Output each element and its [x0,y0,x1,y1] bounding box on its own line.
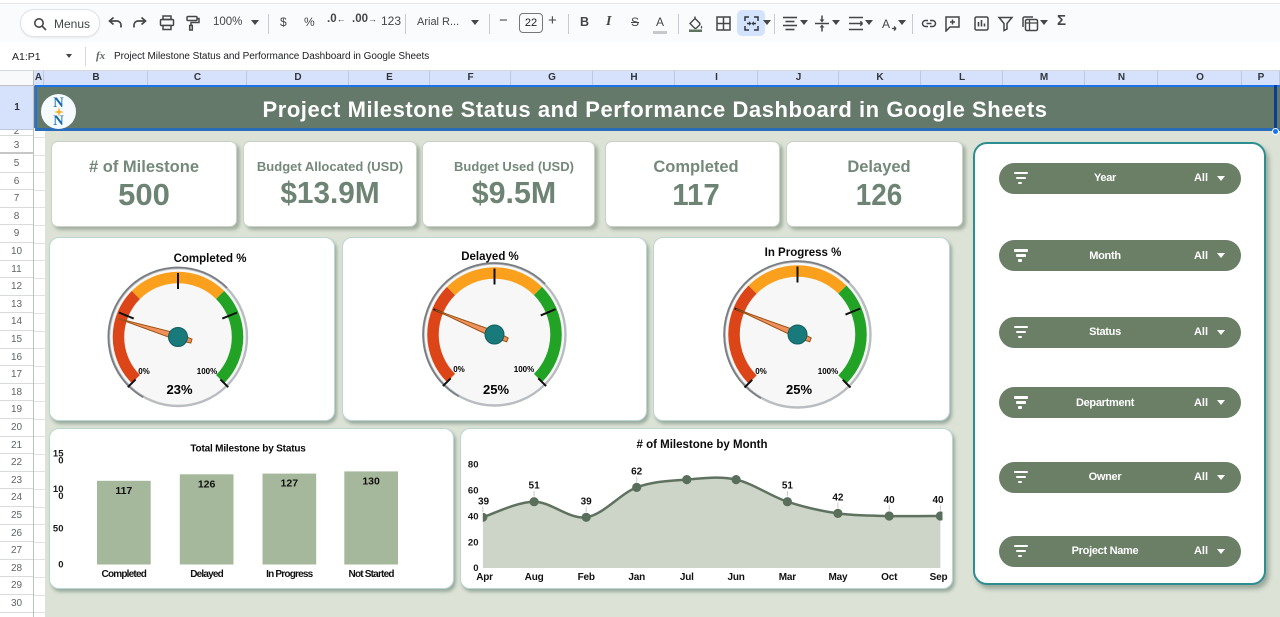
svg-text:25%: 25% [483,382,509,397]
svg-text:Completed %: Completed % [174,253,247,265]
svg-text:Total Milestone by Status: Total Milestone by Status [190,443,306,454]
svg-text:0: 0 [58,455,63,466]
svg-text:Not Started: Not Started [349,569,395,580]
svg-text:# of Milestone by Month: # of Milestone by Month [637,439,768,451]
svg-text:60: 60 [468,485,479,496]
svg-text:40: 40 [884,495,896,506]
svg-text:40: 40 [468,511,479,522]
svg-text:Jul: Jul [680,572,694,583]
svg-text:117: 117 [115,484,132,496]
svg-text:Jan: Jan [628,572,645,583]
svg-text:Feb: Feb [578,572,595,583]
svg-text:23%: 23% [166,382,192,397]
svg-text:A: A [882,17,890,31]
svg-text:0%: 0% [755,367,767,376]
svg-text:In Progress: In Progress [266,569,313,580]
svg-text:Delayed: Delayed [190,569,223,580]
svg-text:40: 40 [932,495,944,506]
svg-text:62: 62 [631,466,643,477]
svg-text:25%: 25% [786,382,812,397]
svg-text:In Progress %: In Progress % [765,247,842,259]
svg-text:39: 39 [478,496,490,507]
svg-text:0: 0 [58,491,63,502]
svg-text:Aug: Aug [525,572,544,583]
svg-text:Completed: Completed [102,569,147,580]
svg-text:100%: 100% [514,365,534,374]
svg-text:51: 51 [782,480,794,491]
svg-text:Oct: Oct [881,572,898,583]
svg-text:Delayed %: Delayed % [461,251,519,263]
svg-text:May: May [828,572,847,583]
svg-text:39: 39 [581,496,593,507]
svg-text:42: 42 [832,492,844,503]
svg-text:Mar: Mar [779,572,796,583]
svg-text:Sep: Sep [930,572,948,583]
svg-text:80: 80 [468,459,479,470]
svg-text:127: 127 [281,477,299,489]
svg-text:130: 130 [362,475,380,487]
svg-text:126: 126 [198,478,216,490]
svg-text:100%: 100% [818,367,838,376]
svg-text:50: 50 [53,523,64,534]
svg-text:20: 20 [468,537,479,548]
svg-text:100%: 100% [197,367,217,376]
svg-text:0%: 0% [453,365,465,374]
svg-text:51: 51 [529,480,541,491]
svg-text:0%: 0% [138,367,150,376]
svg-text:Apr: Apr [476,572,493,583]
svg-text:Jun: Jun [728,572,745,583]
svg-text:0: 0 [58,559,63,570]
